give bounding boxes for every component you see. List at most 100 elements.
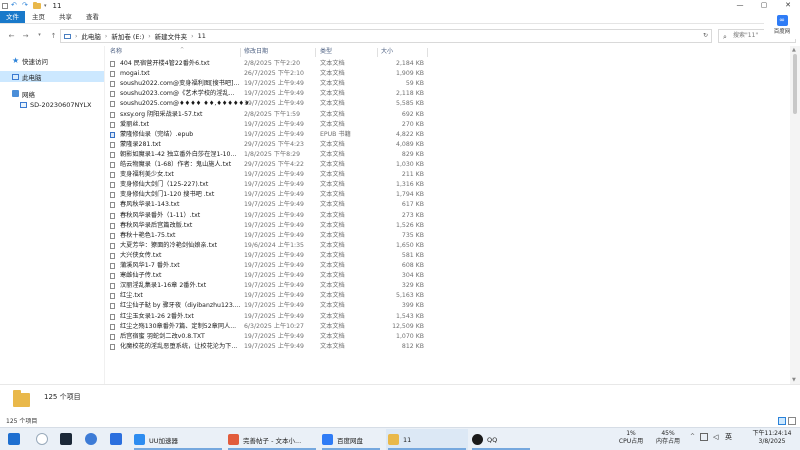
- file-row[interactable]: 朝影如魔录1-42 独立番外白莎在涅1-10... 1/8/2025 下午8:29…: [110, 150, 433, 160]
- taskbar-app-notepad[interactable]: 完善帖子 - 文本小...: [226, 429, 318, 450]
- app-icon[interactable]: [110, 433, 122, 445]
- taskbar-app-uu[interactable]: UU加速器: [132, 429, 224, 450]
- minimize-button[interactable]: —: [728, 0, 752, 11]
- file-row[interactable]: 变身修仙大剑门（125-227).txt 19/7/2025 上午9:49 文本文档…: [110, 180, 433, 190]
- scroll-down-icon[interactable]: ▼: [792, 377, 796, 383]
- column-header-name[interactable]: 名称 ^: [110, 46, 184, 58]
- steam-icon[interactable]: [60, 433, 72, 445]
- file-row[interactable]: 春风秋华录1-143.txt 19/7/2025 上午9:49 文本文档 617 KB: [110, 200, 433, 210]
- file-row[interactable]: 蒙隆录281.txt 29/7/2025 下午4:23 文本文档 4,089 KB: [110, 140, 433, 150]
- quick-access-dropdown[interactable]: ▾: [44, 3, 47, 9]
- file-row[interactable]: 红尘之殇130章番外7篇、定制52章同人... 6/3/2025 上午10:27 文…: [110, 322, 433, 332]
- input-language-indicator[interactable]: 英: [725, 433, 732, 441]
- file-date: 19/7/2025 上午9:49: [244, 302, 304, 310]
- breadcrumb-this-pc[interactable]: 此电脑: [81, 31, 101, 41]
- column-divider[interactable]: [315, 48, 316, 57]
- column-header-type[interactable]: 类型: [320, 46, 332, 58]
- breadcrumb-new-folder[interactable]: 新建文件夹: [155, 31, 188, 41]
- chrome-icon[interactable]: [36, 433, 48, 445]
- file-row[interactable]: soushu2025.com@♦♦♦♦ ♦♦,♦♦♦♦♦♦... 19/7/202…: [110, 99, 433, 109]
- star-icon: ★: [12, 56, 20, 65]
- file-row[interactable]: 春秋风华录番外（1-11）.txt 19/7/2025 上午9:49 文本文档 273…: [110, 211, 433, 221]
- refresh-icon[interactable]: ↻: [703, 32, 708, 39]
- file-row[interactable]: 蒲溪风华1-7 番外.txt 19/7/2025 上午9:49 文本文档 608 KB: [110, 261, 433, 271]
- file-date: 19/7/2025 上午9:49: [244, 312, 304, 320]
- file-row[interactable]: sxsy.org 阴阳采战录1-57.txt 2/8/2025 下午1:59 文本文…: [110, 110, 433, 120]
- column-header-date[interactable]: 修改日期: [244, 46, 268, 58]
- network-icon[interactable]: [700, 433, 708, 441]
- taskbar-app-baidu[interactable]: 百度网盘: [320, 429, 382, 450]
- file-size: 59 KB: [405, 80, 424, 88]
- breadcrumb-separator-icon[interactable]: ›: [191, 33, 193, 40]
- text-file-icon: [110, 242, 115, 249]
- start-icon[interactable]: [8, 433, 20, 445]
- tab-home[interactable]: 主页: [25, 11, 52, 23]
- large-icons-view-icon[interactable]: [788, 417, 796, 425]
- file-row[interactable]: 404 民宿营开楼4管22番外6.txt 2/8/2025 下午2:20 文本文档 2…: [110, 59, 433, 69]
- redo-icon[interactable]: ↷: [22, 2, 30, 9]
- file-row[interactable]: 红尘玉女录1-26 2番外.txt 19/7/2025 上午9:49 文本文档 1,5…: [110, 312, 433, 322]
- file-row[interactable]: soushu2023.com@《艺术学校的淫乱... 19/7/2025 上午9:…: [110, 89, 433, 99]
- tab-share[interactable]: 共享: [52, 11, 79, 23]
- column-divider[interactable]: [377, 48, 378, 57]
- file-row[interactable]: 变身修仙大剑门1-120 搜书吧 .txt 19/7/2025 上午9:49 文本文…: [110, 190, 433, 200]
- back-arrow-icon[interactable]: ←: [7, 32, 16, 40]
- file-date: 19/7/2025 上午9:49: [244, 100, 304, 108]
- tab-file[interactable]: 文件: [0, 11, 25, 23]
- tab-view[interactable]: 查看: [79, 11, 106, 23]
- scrollbar-thumb[interactable]: [793, 54, 797, 114]
- column-divider[interactable]: [427, 48, 428, 57]
- taskbar-app-qq[interactable]: QQ: [470, 429, 532, 450]
- file-row[interactable]: 红尘仙子鞑 by 骤牙夜（diyibanzhu123.... 19/7/2025 …: [110, 301, 433, 311]
- details-view-icon[interactable]: [778, 417, 786, 425]
- taskbar-app-explorer[interactable]: 11: [386, 429, 468, 450]
- breadcrumb-current[interactable]: 11: [198, 32, 206, 40]
- file-row[interactable]: mogai.txt 26/7/2025 下午2:10 文本文档 1,909 KB: [110, 69, 433, 79]
- clock[interactable]: 下午11:24:14 3/8/2025: [744, 430, 800, 446]
- forward-arrow-icon[interactable]: →: [21, 32, 30, 40]
- file-size: 1,650 KB: [396, 241, 424, 249]
- file-name: soushu2022.com@变身福利图[搜书吧]...: [120, 80, 240, 88]
- chevron-up-icon[interactable]: ^: [690, 433, 695, 441]
- file-row[interactable]: 寒雌仙子传.txt 19/7/2025 上午9:49 文本文档 304 KB: [110, 271, 433, 281]
- file-row[interactable]: 大兴侠女传.txt 19/7/2025 上午9:49 文本文档 581 KB: [110, 251, 433, 261]
- speaker-icon[interactable]: ◁: [713, 433, 718, 441]
- address-bar[interactable]: › 此电脑 › 新加卷 (E:) › 新建文件夹 › 11 ↻: [60, 29, 712, 43]
- breadcrumb-drive[interactable]: 新加卷 (E:): [111, 31, 144, 41]
- file-row[interactable]: 爱丽丝.txt 19/7/2025 上午9:49 文本文档 270 KB: [110, 120, 433, 130]
- file-row[interactable]: 后宫宿蜜 羽蛇剑二改v0.8.TXT 19/7/2025 上午9:49 文本文档 1,…: [110, 332, 433, 342]
- nav-item-this-pc[interactable]: 此电脑: [0, 71, 104, 82]
- file-date: 19/7/2025 上午9:49: [244, 272, 304, 280]
- maximize-button[interactable]: ▢: [752, 0, 776, 11]
- recent-dropdown-icon[interactable]: ▾: [35, 32, 44, 40]
- properties-icon[interactable]: [2, 2, 8, 9]
- baidu-netdisk-panel[interactable]: ∞ 百度网: [764, 11, 800, 39]
- vertical-scrollbar[interactable]: ▲ ▼: [790, 46, 800, 384]
- file-row[interactable]: 红尘.txt 19/7/2025 上午9:49 文本文档 5,163 KB: [110, 291, 433, 301]
- breadcrumb-separator-icon[interactable]: ›: [75, 33, 77, 40]
- column-divider[interactable]: [240, 48, 241, 57]
- memory-usage-widget[interactable]: 45% 内存占用: [648, 430, 688, 446]
- undo-icon[interactable]: ↶: [11, 2, 19, 9]
- nav-item-computer[interactable]: SD-20230607NYLX: [0, 99, 104, 110]
- file-row[interactable]: 皓云物魔录（1-68）作者：鬼山施人.txt 29/7/2025 下午4:22 文本…: [110, 160, 433, 170]
- nav-item-quick-access[interactable]: ★ 快速访问: [0, 55, 104, 66]
- file-row[interactable]: 春秋十艳色1-75.txt 19/7/2025 上午9:49 文本文档 735 KB: [110, 231, 433, 241]
- file-row[interactable]: 变身福利美少女.txt 19/7/2025 上午9:49 文本文档 211 KB: [110, 170, 433, 180]
- close-button[interactable]: ✕: [776, 0, 800, 11]
- nav-item-network[interactable]: 网络: [0, 88, 104, 99]
- app-icon[interactable]: [85, 433, 97, 445]
- breadcrumb-separator-icon[interactable]: ›: [105, 33, 107, 40]
- scroll-up-icon[interactable]: ▲: [792, 47, 796, 53]
- breadcrumb-separator-icon[interactable]: ›: [148, 33, 150, 40]
- up-arrow-icon[interactable]: ↑: [49, 32, 58, 40]
- cpu-usage-widget[interactable]: 1% CPU占用: [612, 430, 650, 446]
- file-row[interactable]: 汉丽淫乱集录1-16章 2番外.txt 19/7/2025 上午9:49 文本文档 3…: [110, 281, 433, 291]
- file-row[interactable]: 化魔校花的淫乱恶堕系统，让校花沦为下... 19/7/2025 上午9:49 文本文…: [110, 342, 433, 352]
- file-row[interactable]: 蒙隆修仙录（完结）.epub 19/7/2025 上午9:49 EPUB 书籍 4,8…: [110, 130, 433, 140]
- column-header-size[interactable]: 大小: [381, 46, 393, 58]
- file-row[interactable]: soushu2022.com@变身福利图[搜书吧]... 19/7/2025 上午…: [110, 79, 433, 89]
- file-list: 名称 ^ 修改日期 类型 大小 404 民宿营开楼4管22番外6.txt 2/8/…: [105, 46, 800, 384]
- file-row[interactable]: 大夏芳华：獠面的冷艳剑仙娘亲.txt 19/6/2024 上午1:35 文本文档 1,…: [110, 241, 433, 251]
- file-row[interactable]: 春秋风华录后宫篇改版.txt 19/7/2025 上午9:49 文本文档 1,526 …: [110, 221, 433, 231]
